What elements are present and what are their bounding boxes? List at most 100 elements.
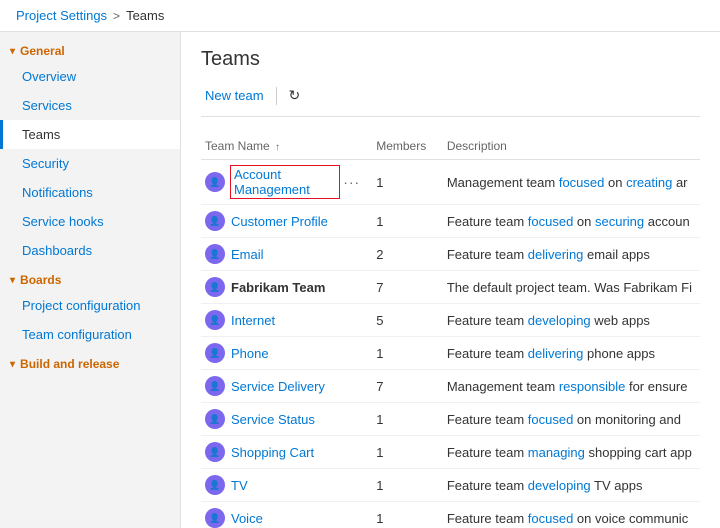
team-description-cell: Feature team focused on monitoring and: [443, 403, 700, 436]
column-header-description: Description: [443, 133, 700, 160]
team-description-cell: Feature team focused on voice communic: [443, 502, 700, 528]
table-header-row: Team Name ↑ Members Description: [201, 133, 700, 160]
team-name-cell: 👤 Fabrikam Team: [201, 271, 372, 304]
column-header-members: Members: [372, 133, 443, 160]
refresh-button[interactable]: ↻: [285, 85, 305, 106]
team-description-cell: The default project team. Was Fabrikam F…: [443, 271, 700, 304]
team-name-link[interactable]: Internet: [231, 313, 275, 328]
team-name-cell: 👤 Email: [201, 238, 372, 271]
team-members-cell: 1: [372, 160, 443, 205]
team-name-cell: 👤 TV: [201, 469, 372, 502]
team-name-link[interactable]: Account Management: [231, 166, 339, 198]
team-icon: 👤: [205, 277, 225, 297]
sidebar-section-general-label: General: [20, 44, 65, 58]
new-team-button[interactable]: New team: [201, 86, 268, 105]
page-title: Teams: [201, 48, 700, 71]
sidebar-section-build-and-release[interactable]: ▾ Build and release: [0, 349, 180, 375]
sidebar-section-boards[interactable]: ▾ Boards: [0, 265, 180, 291]
team-icon: 👤: [205, 508, 225, 528]
team-members-cell: 2: [372, 238, 443, 271]
team-name-cell: 👤 Voice: [201, 502, 372, 528]
top-bar: Project Settings > Teams: [0, 0, 720, 32]
main-layout: ▾ General Overview Services Teams Securi…: [0, 32, 720, 528]
table-row: 👤Shopping Cart1Feature team managing sho…: [201, 436, 700, 469]
table-row: 👤 Service Delivery 7Management team respon…: [201, 370, 700, 403]
team-description-cell: Feature team delivering email apps: [443, 238, 700, 271]
sidebar-item-services[interactable]: Services: [0, 91, 180, 120]
content-area: Teams New team ↻ Team Name ↑ Members: [181, 32, 720, 528]
team-members-cell: 1: [372, 502, 443, 528]
sidebar-item-team-configuration[interactable]: Team configuration: [0, 320, 180, 349]
team-name-link[interactable]: Service Status: [231, 412, 315, 427]
toolbar: New team ↻: [201, 85, 700, 117]
team-name-link[interactable]: Fabrikam Team: [231, 280, 325, 295]
chevron-right-icon: ▾: [10, 359, 15, 370]
sidebar-item-service-hooks[interactable]: Service hooks: [0, 207, 180, 236]
chevron-down-icon: ▾: [10, 275, 15, 286]
team-members-cell: 7: [372, 271, 443, 304]
team-icon: 👤: [205, 310, 225, 330]
sidebar-item-project-configuration[interactable]: Project configuration: [0, 291, 180, 320]
team-name-link[interactable]: TV: [231, 478, 248, 493]
sort-asc-icon: ↑: [275, 142, 280, 153]
team-name-cell: 👤 Account Management···: [201, 160, 372, 205]
team-name-link[interactable]: Voice: [231, 511, 263, 526]
sidebar-item-notifications[interactable]: Notifications: [0, 178, 180, 207]
team-description-cell: Feature team developing TV apps: [443, 469, 700, 502]
team-members-cell: 1: [372, 337, 443, 370]
sidebar-item-teams[interactable]: Teams: [0, 120, 180, 149]
team-name-link[interactable]: Email: [231, 247, 264, 262]
team-name-link[interactable]: Shopping Cart: [231, 445, 314, 460]
team-name-link[interactable]: Customer Profile: [231, 214, 328, 229]
sidebar-section-build-label: Build and release: [20, 357, 119, 371]
table-row: 👤 Email 2Feature team delivering email app…: [201, 238, 700, 271]
more-options-button[interactable]: ···: [339, 172, 364, 192]
table-row: 👤 Voice 1Feature team focused on voice com…: [201, 502, 700, 528]
breadcrumb-current: Teams: [126, 8, 164, 23]
team-description-cell: Feature team focused on securing accoun: [443, 205, 700, 238]
table-row: 👤 Internet 5Feature team developing web ap…: [201, 304, 700, 337]
team-members-cell: 1: [372, 469, 443, 502]
team-icon: 👤: [205, 376, 225, 396]
team-name-link[interactable]: Phone: [231, 346, 269, 361]
sidebar-item-dashboards[interactable]: Dashboards: [0, 236, 180, 265]
team-name-cell: 👤 Phone: [201, 337, 372, 370]
teams-table: Team Name ↑ Members Description 👤 Account…: [201, 133, 700, 528]
team-icon: 👤: [205, 244, 225, 264]
team-name-cell: 👤Shopping Cart: [201, 436, 372, 469]
team-icon: 👤: [205, 343, 225, 363]
chevron-down-icon: ▾: [10, 46, 15, 57]
team-icon: 👤: [205, 172, 225, 192]
sidebar-item-overview[interactable]: Overview: [0, 62, 180, 91]
team-description-cell: Management team focused on creating ar: [443, 160, 700, 205]
team-description-cell: Management team responsible for ensure: [443, 370, 700, 403]
table-row: 👤 Phone 1Feature team delivering phone app…: [201, 337, 700, 370]
column-header-name[interactable]: Team Name ↑: [201, 133, 372, 160]
team-description-cell: Feature team delivering phone apps: [443, 337, 700, 370]
team-members-cell: 1: [372, 205, 443, 238]
team-description-cell: Feature team developing web apps: [443, 304, 700, 337]
team-name-link[interactable]: Service Delivery: [231, 379, 325, 394]
table-row: 👤 Customer Profile 1Feature team focused o…: [201, 205, 700, 238]
sidebar-section-boards-label: Boards: [20, 273, 61, 287]
table-row: 👤 Service Status 1Feature team focused on …: [201, 403, 700, 436]
sidebar-section-general[interactable]: ▾ General: [0, 36, 180, 62]
table-row: 👤 Fabrikam Team 7The default project team.…: [201, 271, 700, 304]
toolbar-divider: [276, 87, 277, 105]
breadcrumb-project[interactable]: Project Settings: [16, 8, 107, 23]
sidebar: ▾ General Overview Services Teams Securi…: [0, 32, 181, 528]
sidebar-item-security[interactable]: Security: [0, 149, 180, 178]
team-description-cell: Feature team managing shopping cart app: [443, 436, 700, 469]
team-members-cell: 1: [372, 403, 443, 436]
team-icon: 👤: [205, 409, 225, 429]
team-name-cell: 👤 Service Status: [201, 403, 372, 436]
team-members-cell: 5: [372, 304, 443, 337]
table-row: 👤 Account Management··· 1Management team f…: [201, 160, 700, 205]
team-members-cell: 1: [372, 436, 443, 469]
team-members-cell: 7: [372, 370, 443, 403]
table-row: 👤 TV 1Feature team developing TV apps: [201, 469, 700, 502]
team-name-cell: 👤 Internet: [201, 304, 372, 337]
team-icon: 👤: [205, 211, 225, 231]
team-icon: 👤: [205, 475, 225, 495]
breadcrumb-separator: >: [113, 9, 120, 23]
